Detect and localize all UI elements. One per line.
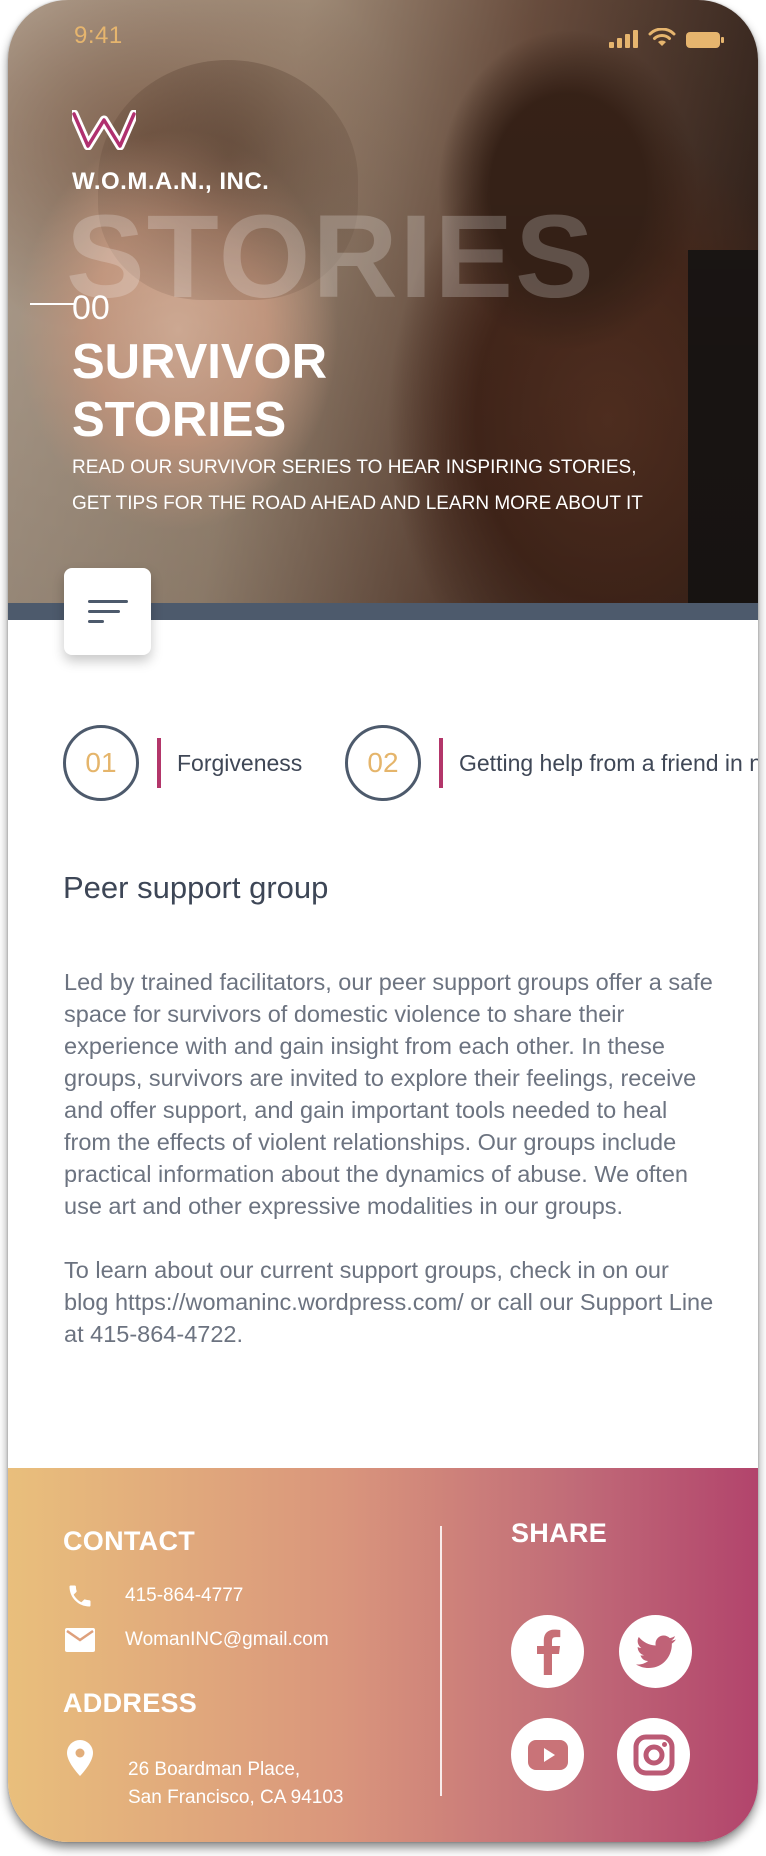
twitter-icon	[635, 1635, 676, 1668]
instagram-icon	[633, 1734, 674, 1775]
status-icons	[609, 28, 724, 48]
body-paragraph: To learn about our current support group…	[64, 1257, 714, 1347]
email-icon	[63, 1628, 97, 1652]
battery-icon	[686, 32, 724, 48]
index-line	[30, 303, 74, 305]
youtube-icon	[527, 1739, 568, 1770]
menu-icon	[88, 600, 128, 603]
address-line: 26 Boardman Place,	[128, 1759, 301, 1780]
address-row	[63, 1740, 125, 1776]
page-title: SURVIVOR STORIES	[72, 333, 472, 449]
menu-icon	[88, 620, 104, 623]
brand-logo-icon	[72, 110, 136, 150]
story-number: 02	[345, 725, 421, 801]
page-subtitle: READ OUR SURVIVOR SERIES TO HEAR INSPIRI…	[72, 457, 643, 514]
story-tab-forgiveness[interactable]: 01 Forgiveness	[63, 725, 302, 801]
address-line: San Francisco, CA 94103	[128, 1787, 344, 1808]
email-row[interactable]: WomanINC@gmail.com	[63, 1628, 329, 1652]
footer-divider	[440, 1526, 442, 1796]
page-title-line: STORIES	[72, 393, 287, 447]
story-tab-getting-help[interactable]: 02 Getting help from a friend in need	[345, 725, 758, 801]
phone-icon	[63, 1582, 97, 1610]
location-pin-icon	[63, 1740, 97, 1776]
story-divider	[439, 738, 443, 788]
ghost-heading: STORIES	[66, 191, 596, 323]
twitter-button[interactable]	[619, 1615, 692, 1688]
phone-frame: 9:41 W.O.M.A.N., INC. STORIES 00 SURVIVO…	[8, 0, 758, 1842]
signal-icon	[609, 30, 638, 48]
page-index: 00	[72, 289, 110, 327]
hero-banner: 9:41 W.O.M.A.N., INC. STORIES 00 SURVIVO…	[8, 0, 758, 603]
phone-row[interactable]: 415-864-4777	[63, 1582, 243, 1610]
story-number: 01	[63, 725, 139, 801]
story-label: Getting help from a friend in need	[459, 749, 758, 776]
phone-number: 415-864-4777	[125, 1585, 244, 1606]
email-address: WomanINC@gmail.com	[125, 1629, 329, 1650]
status-time: 9:41	[74, 22, 123, 49]
page-title-line: SURVIVOR	[72, 335, 328, 389]
menu-button[interactable]	[64, 568, 151, 655]
address-heading: ADDRESS	[63, 1688, 198, 1718]
story-divider	[157, 738, 161, 788]
story-tabs: 01 Forgiveness 02 Getting help from a fr…	[63, 725, 758, 801]
address-text: 26 Boardman Place, San Francisco, CA 941…	[128, 1756, 343, 1812]
facebook-button[interactable]	[511, 1615, 584, 1688]
share-heading: SHARE	[511, 1518, 608, 1548]
section-title: Peer support group	[63, 870, 329, 905]
facebook-icon	[536, 1629, 560, 1675]
youtube-button[interactable]	[511, 1718, 584, 1791]
footer: CONTACT 415-864-4777 WomanINC@gmail.com …	[8, 1468, 758, 1842]
section-body: Led by trained facilitators, our peer su…	[64, 966, 714, 1382]
story-label: Forgiveness	[177, 749, 303, 776]
body-paragraph: Led by trained facilitators, our peer su…	[64, 969, 713, 1219]
instagram-button[interactable]	[617, 1718, 690, 1791]
contact-heading: CONTACT	[63, 1526, 196, 1556]
wifi-icon	[648, 28, 676, 46]
menu-icon	[88, 610, 120, 613]
